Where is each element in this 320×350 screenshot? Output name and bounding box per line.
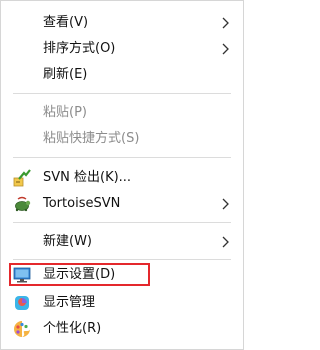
chevron-right-icon [222,43,229,55]
menu-item-paste-label: 粘贴(P) [43,105,87,120]
menu-item-tortoisesvn[interactable]: TortoiseSVN [1,191,243,217]
menu-item-refresh-label: 刷新(E) [43,67,88,82]
menu-item-refresh[interactable]: 刷新(E) [1,62,243,88]
menu-item-display-settings-label: 显示设置(D) [43,267,116,282]
svn-checkout-icon [13,169,31,187]
menu-separator [13,157,231,158]
menu-item-new-label: 新建(W) [43,234,92,249]
chevron-right-icon [222,236,229,248]
menu-separator [13,93,231,94]
menu-item-paste-shortcut[interactable]: 粘贴快捷方式(S) [1,126,243,152]
tortoise-icon [15,196,31,212]
menu-item-sort-label: 排序方式(O) [43,41,116,56]
menu-item-personalize-label: 个性化(R) [43,321,102,336]
chevron-right-icon [222,198,229,210]
monitor-icon [13,267,31,283]
context-menu: 查看(V) 排序方式(O) 刷新(E) 粘贴(P) 粘贴快捷方式(S) SVN … [0,0,244,350]
menu-item-svn-checkout-label: SVN 检出(K)... [43,170,132,185]
chevron-right-icon [222,17,229,29]
menu-separator [13,222,231,223]
menu-separator [13,259,231,260]
menu-item-display-settings[interactable]: 显示设置(D) [1,262,243,288]
menu-item-svn-checkout[interactable]: SVN 检出(K)... [1,165,243,191]
menu-item-paste[interactable]: 粘贴(P) [1,100,243,126]
display-manage-icon [15,296,29,310]
menu-item-display-manage[interactable]: 显示管理 [1,290,243,316]
menu-item-view[interactable]: 查看(V) [1,10,243,36]
personalize-icon [14,321,30,337]
menu-item-paste-shortcut-label: 粘贴快捷方式(S) [43,131,140,146]
menu-item-personalize[interactable]: 个性化(R) [1,316,243,342]
menu-item-sort[interactable]: 排序方式(O) [1,36,243,62]
menu-item-display-manage-label: 显示管理 [43,295,96,310]
menu-item-new[interactable]: 新建(W) [1,229,243,255]
menu-item-view-label: 查看(V) [43,15,89,30]
menu-item-tortoisesvn-label: TortoiseSVN [43,196,121,211]
